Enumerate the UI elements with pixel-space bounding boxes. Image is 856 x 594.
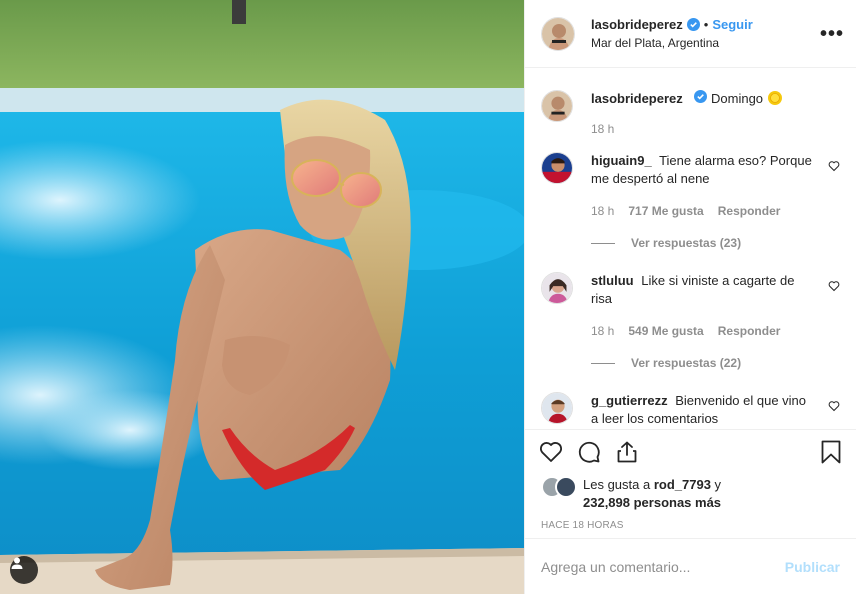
caption-time[interactable]: 18 h: [591, 120, 614, 138]
author-username[interactable]: lasobrideperez: [591, 17, 683, 32]
action-bar: [525, 430, 856, 474]
likes-summary: Les gusta a rod_7793 y 232,898 personas …: [525, 476, 856, 512]
comment-likes[interactable]: 717 Me gusta: [628, 202, 703, 220]
post-time[interactable]: HACE 18 HORAS: [525, 520, 856, 531]
view-replies-button[interactable]: Ver respuestas (23): [591, 236, 840, 250]
post-location[interactable]: Mar del Plata, Argentina: [591, 36, 820, 50]
post-header: lasobrideperez • Seguir Mar del Plata, A…: [525, 0, 856, 68]
avatar[interactable]: [541, 392, 573, 424]
user-tag-icon[interactable]: [10, 556, 38, 584]
comment-bubble-icon[interactable]: [577, 440, 601, 464]
separator-dot: •: [703, 17, 709, 32]
publish-button[interactable]: Publicar: [785, 559, 840, 575]
more-options-icon[interactable]: •••: [820, 24, 844, 44]
bookmark-icon[interactable]: [820, 440, 842, 464]
likes-count[interactable]: 232,898 personas más: [583, 495, 721, 510]
avatar: [555, 476, 577, 498]
view-replies-button[interactable]: Ver respuestas (22): [591, 356, 840, 370]
comment-like-heart-icon[interactable]: [828, 160, 840, 175]
comments-list[interactable]: lasobrideperez Domingo 18 h higuain9_ Ti…: [525, 68, 856, 430]
follow-button[interactable]: Seguir: [712, 17, 752, 32]
post-modal: lasobrideperez • Seguir Mar del Plata, A…: [0, 0, 856, 594]
replies-divider: [591, 242, 615, 244]
replies-divider: [591, 362, 615, 364]
liker-avatars[interactable]: [541, 476, 581, 498]
comment-username[interactable]: stluluu: [591, 273, 634, 288]
header-info: lasobrideperez • Seguir Mar del Plata, A…: [591, 17, 820, 50]
caption-username[interactable]: lasobrideperez: [591, 91, 683, 106]
comment-like-heart-icon[interactable]: [828, 280, 840, 295]
avatar[interactable]: [541, 152, 573, 184]
heart-icon[interactable]: [539, 440, 563, 464]
liker-username[interactable]: rod_7793: [654, 477, 711, 492]
caption: lasobrideperez Domingo 18 h: [541, 90, 840, 138]
avatar[interactable]: [541, 16, 575, 51]
sun-emoji-icon: [767, 91, 783, 106]
verified-badge-icon: [694, 90, 708, 103]
caption-text: Domingo: [711, 91, 764, 106]
comment-item: stluluu Like si viniste a cagarte de ris…: [541, 272, 840, 340]
likes-suffix: y: [710, 477, 722, 492]
comment-like-heart-icon[interactable]: [828, 400, 840, 415]
avatar[interactable]: [541, 90, 573, 122]
comment-item: g_gutierrezz Bienvenido el que vino a le…: [541, 392, 840, 428]
comment-likes[interactable]: 549 Me gusta: [628, 322, 703, 340]
avatar[interactable]: [541, 272, 573, 304]
add-comment-bar: Publicar: [525, 538, 856, 594]
comment-username[interactable]: higuain9_: [591, 153, 652, 168]
verified-badge-icon: [686, 18, 700, 31]
comment-username[interactable]: g_gutierrezz: [591, 393, 668, 408]
reply-button[interactable]: Responder: [718, 202, 781, 220]
likes-prefix: Les gusta a: [583, 477, 654, 492]
photo-illustration: [0, 0, 524, 594]
comment-time[interactable]: 18 h: [591, 202, 614, 220]
share-icon[interactable]: [615, 440, 639, 464]
likes-text[interactable]: Les gusta a rod_7793 y 232,898 personas …: [583, 476, 721, 512]
reply-button[interactable]: Responder: [718, 322, 781, 340]
comment-item: higuain9_ Tiene alarma eso? Porque me de…: [541, 152, 840, 220]
comment-input[interactable]: [541, 558, 785, 575]
view-replies-label: Ver respuestas (23): [631, 236, 742, 250]
comment-time[interactable]: 18 h: [591, 322, 614, 340]
post-photo[interactable]: [0, 0, 524, 594]
post-details-panel: lasobrideperez • Seguir Mar del Plata, A…: [524, 0, 856, 594]
view-replies-label: Ver respuestas (22): [631, 356, 742, 370]
